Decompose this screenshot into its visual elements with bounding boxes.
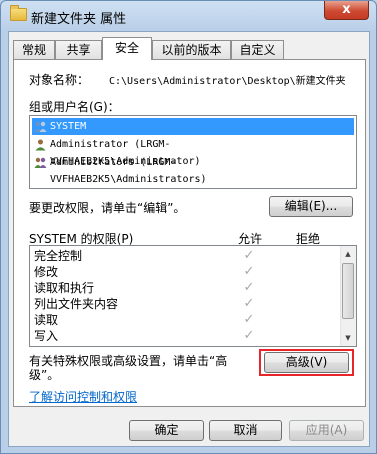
- scroll-down-icon[interactable]: ▼: [343, 333, 353, 343]
- permission-name: 写入: [34, 329, 59, 343]
- permissions-list[interactable]: 完全控制 ✓ 修改 ✓ 读取和执行 ✓ 列出文件夹内容 ✓ 读取 ✓ 写入 ✓ …: [29, 245, 357, 347]
- user-icon: [35, 139, 46, 151]
- apply-button[interactable]: 应用(A): [289, 420, 364, 441]
- group-item-system[interactable]: SYSTEM: [32, 118, 354, 135]
- object-name-label: 对象名称：: [29, 73, 90, 87]
- scroll-up-icon[interactable]: ▲: [343, 249, 353, 259]
- allow-check-icon: ✓: [243, 280, 255, 295]
- groups-listbox[interactable]: SYSTEM Administrator (LRGM-VVFHAEB2K5\Ad…: [29, 115, 357, 189]
- tab-security[interactable]: 安全: [102, 37, 152, 60]
- allow-check-icon: ✓: [243, 248, 255, 263]
- permission-name: 读取和执行: [34, 281, 95, 295]
- allow-check-icon: ✓: [243, 312, 255, 327]
- permission-name: 列出文件夹内容: [34, 297, 119, 311]
- title-bar[interactable]: 新建文件夹 属性 x: [1, 1, 376, 31]
- properties-window: 新建文件夹 属性 x 常规 共享 安全 以前的版本 自定义 对象名称： C:\U…: [0, 0, 377, 454]
- dialog-client: 常规 共享 安全 以前的版本 自定义 对象名称： C:\Users\Admini…: [8, 31, 370, 447]
- ok-button[interactable]: 确定: [129, 420, 204, 441]
- security-panel: 对象名称： C:\Users\Administrator\Desktop\新建文…: [13, 59, 366, 407]
- cancel-button[interactable]: 取消: [209, 420, 282, 441]
- permission-name: 修改: [34, 265, 59, 279]
- group-item-label: SYSTEM: [50, 121, 87, 132]
- allow-check-icon: ✓: [243, 264, 255, 279]
- advanced-button[interactable]: 高级(V): [264, 352, 349, 373]
- tab-general[interactable]: 常规: [13, 40, 55, 59]
- permissions-scrollbar[interactable]: ▲ ▼: [340, 246, 356, 346]
- window-title: 新建文件夹 属性: [31, 12, 127, 27]
- allow-check-icon: ✓: [243, 328, 255, 343]
- scroll-thumb[interactable]: [342, 263, 354, 319]
- group-item-label: Administrators (LRGM-VVFHAEB2K5\Administ…: [50, 157, 207, 185]
- permission-name: 读取: [34, 313, 59, 327]
- object-name-value: C:\Users\Administrator\Desktop\新建文件夹: [109, 76, 346, 87]
- groups-label: 组或用户名(G)：: [29, 100, 120, 114]
- edit-button[interactable]: 编辑(E)...: [269, 196, 353, 217]
- close-button[interactable]: x: [324, 1, 369, 20]
- users-group-icon: [34, 157, 47, 168]
- allow-check-icon: ✓: [243, 296, 255, 311]
- edit-hint: 要更改权限，请单击“编辑”。: [29, 201, 186, 215]
- advanced-hint-line2: 级”。: [29, 368, 60, 382]
- close-icon: x: [342, 2, 351, 17]
- learn-access-control-link[interactable]: 了解访问控制和权限: [29, 388, 137, 405]
- users-group-icon: [34, 121, 47, 132]
- tab-previous-versions[interactable]: 以前的版本: [152, 40, 231, 59]
- folder-icon: [10, 5, 27, 21]
- tab-sharing[interactable]: 共享: [55, 40, 102, 59]
- permission-name: 完全控制: [34, 249, 83, 263]
- tab-customize[interactable]: 自定义: [231, 40, 284, 59]
